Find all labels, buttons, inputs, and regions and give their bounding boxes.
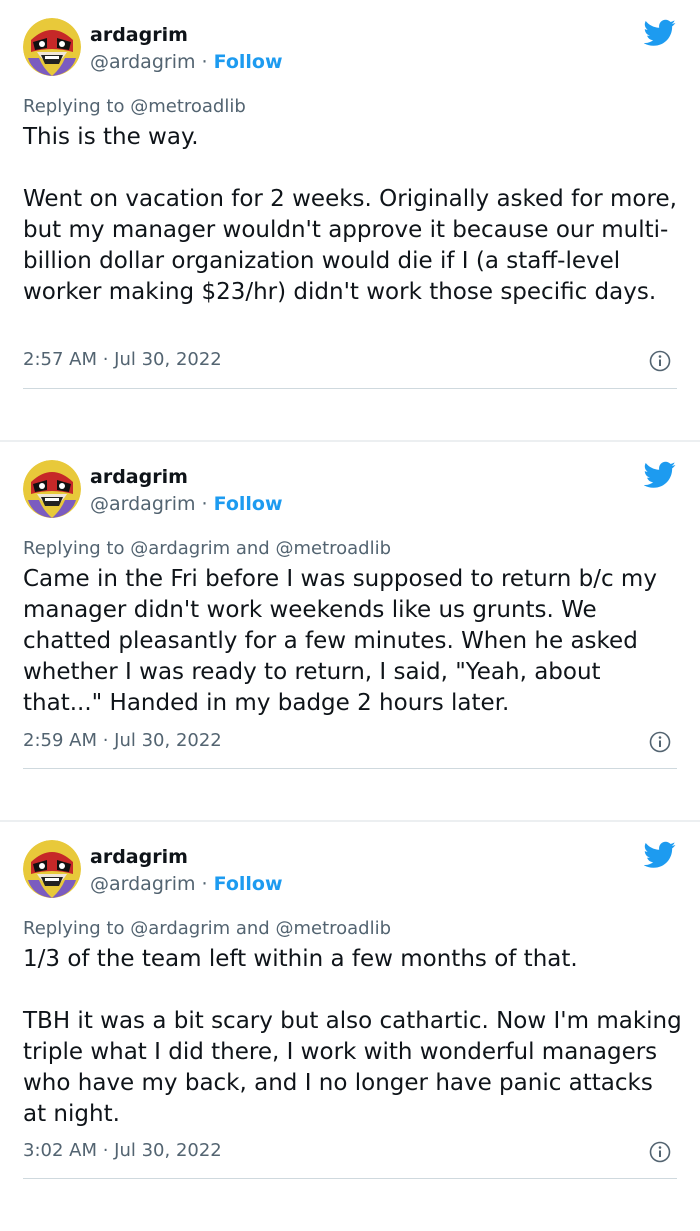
author-handle[interactable]: @ardagrim: [90, 51, 195, 73]
tweet-paragraph: Went on vacation for 2 weeks. Originally…: [23, 186, 677, 305]
info-icon[interactable]: [649, 1141, 671, 1163]
tweet-text: 1/3 of the team left within a few months…: [23, 944, 683, 1130]
divider: [23, 768, 677, 769]
tweet-timestamp[interactable]: 2:59 AM · Jul 30, 2022: [23, 730, 222, 751]
tweet-timestamp[interactable]: 2:57 AM · Jul 30, 2022: [23, 349, 222, 370]
twitter-bird-icon[interactable]: [644, 461, 676, 489]
dot-separator: ·: [195, 493, 214, 515]
avatar[interactable]: [23, 18, 81, 76]
twitter-bird-icon[interactable]: [644, 19, 676, 47]
follow-button[interactable]: Follow: [214, 51, 283, 73]
follow-button[interactable]: Follow: [214, 493, 283, 515]
author-handle-line: @ardagrim · Follow: [90, 493, 283, 515]
author-name[interactable]: ardagrim: [90, 24, 188, 46]
tweet-paragraph: Came in the Fri before I was supposed to…: [23, 566, 657, 716]
reply-mentions[interactable]: @metroadlib: [130, 96, 246, 117]
dot-separator: ·: [195, 51, 214, 73]
author-name[interactable]: ardagrim: [90, 846, 188, 868]
follow-button[interactable]: Follow: [214, 873, 283, 895]
author-handle[interactable]: @ardagrim: [90, 873, 195, 895]
reply-mentions[interactable]: @ardagrim and @metroadlib: [130, 538, 391, 559]
author-name[interactable]: ardagrim: [90, 466, 188, 488]
tweet-card: ardagrim @ardagrim · Follow Replying to …: [0, 442, 700, 820]
author-handle-line: @ardagrim · Follow: [90, 51, 283, 73]
reply-context: Replying to @metroadlib: [23, 96, 246, 117]
tweet-paragraph: TBH it was a bit scary but also catharti…: [23, 1008, 682, 1127]
divider: [23, 1178, 677, 1179]
reply-context: Replying to @ardagrim and @metroadlib: [23, 538, 392, 559]
reply-mentions[interactable]: @ardagrim and @metroadlib: [130, 918, 391, 939]
tweet-timestamp[interactable]: 3:02 AM · Jul 30, 2022: [23, 1140, 222, 1161]
dot-separator: ·: [195, 873, 214, 895]
tweet-text: This is the way. Went on vacation for 2 …: [23, 122, 683, 308]
reply-context: Replying to @ardagrim and @metroadlib: [23, 918, 392, 939]
tweet-paragraph: 1/3 of the team left within a few months…: [23, 946, 578, 972]
tweet-card: ardagrim @ardagrim · Follow Replying to …: [0, 822, 700, 1231]
info-icon[interactable]: [649, 731, 671, 753]
author-handle-line: @ardagrim · Follow: [90, 873, 283, 895]
info-icon[interactable]: [649, 350, 671, 372]
tweet-paragraph: This is the way.: [23, 124, 199, 150]
divider: [23, 388, 677, 389]
twitter-bird-icon[interactable]: [644, 841, 676, 869]
avatar[interactable]: [23, 460, 81, 518]
tweet-card: ardagrim @ardagrim · Follow Replying to …: [0, 0, 700, 440]
author-handle[interactable]: @ardagrim: [90, 493, 195, 515]
avatar[interactable]: [23, 840, 81, 898]
tweet-text: Came in the Fri before I was supposed to…: [23, 564, 683, 719]
